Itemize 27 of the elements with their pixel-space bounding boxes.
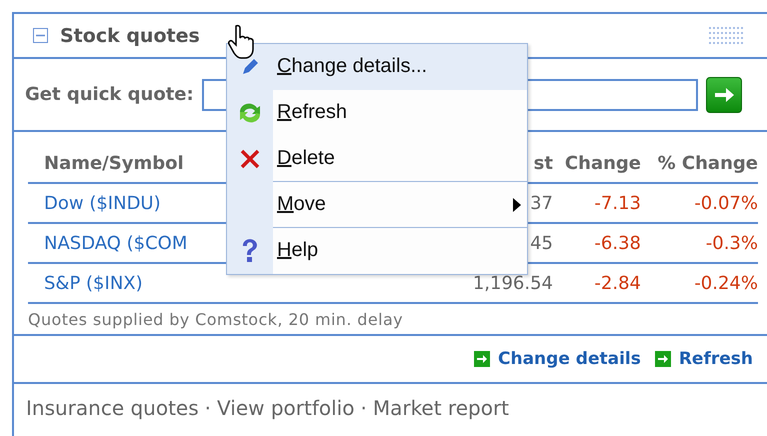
menu-item[interactable]: Change details... <box>227 44 527 90</box>
go-button[interactable] <box>706 76 742 112</box>
percent-change-cell: -0.07% <box>641 184 758 224</box>
panel-title: Stock quotes <box>60 24 200 46</box>
collapse-icon[interactable] <box>33 28 48 43</box>
quotes-source-note: Quotes supplied by Comstock, 20 min. delay <box>27 309 404 331</box>
footer-link[interactable]: View portfolio <box>217 396 354 420</box>
percent-change-cell: -0.3% <box>641 224 758 264</box>
action-link[interactable]: Refresh <box>654 349 753 369</box>
refresh-icon <box>237 100 263 124</box>
separator-dot: · <box>360 396 367 420</box>
quick-quote-label: Get quick quote: <box>25 84 194 105</box>
pencil-icon <box>240 56 260 76</box>
close-icon <box>240 148 260 168</box>
drag-handle-icon[interactable] <box>708 26 745 46</box>
separator-dot: · <box>204 396 212 420</box>
menu-item[interactable]: Refresh <box>227 90 527 136</box>
action-link[interactable]: Change details <box>474 349 641 369</box>
footer-link[interactable]: Insurance quotes <box>26 396 199 420</box>
column-header: % Change <box>641 144 758 184</box>
footer-link[interactable]: Market report <box>372 396 510 420</box>
change-cell: -7.13 <box>553 184 641 224</box>
submenu-arrow-icon <box>513 198 521 212</box>
change-cell: -6.38 <box>553 224 641 264</box>
column-header: Change <box>553 144 641 184</box>
change-cell: -2.84 <box>553 264 641 304</box>
percent-change-cell: -0.24% <box>641 264 758 304</box>
